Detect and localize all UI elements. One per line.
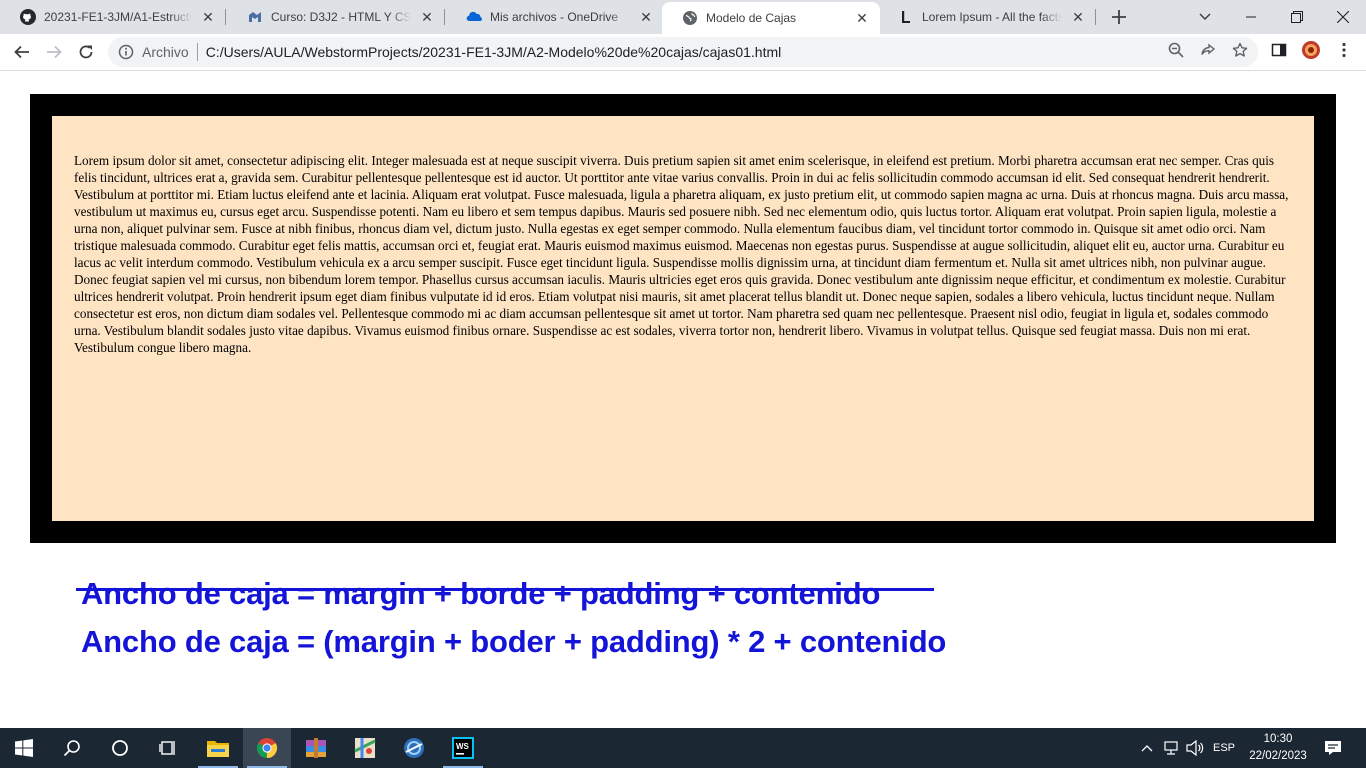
zoom-icon[interactable] [1167, 41, 1185, 59]
formula-correct: Ancho de caja = (margin + boder + paddin… [81, 624, 947, 659]
network-icon[interactable] [1160, 728, 1182, 768]
lipsum-icon [898, 9, 914, 25]
svg-text:WS: WS [456, 742, 470, 751]
minimize-button[interactable] [1228, 0, 1274, 34]
profile-avatar-icon[interactable] [1302, 41, 1320, 59]
language-indicator[interactable]: ESP [1208, 728, 1240, 768]
file-explorer-icon[interactable] [194, 728, 242, 768]
box-border: Lorem ipsum dolor sit amet, consectetur … [30, 94, 1336, 543]
close-icon[interactable]: ✕ [854, 10, 870, 26]
chevron-up-icon[interactable] [1138, 728, 1156, 768]
close-window-button[interactable] [1320, 0, 1366, 34]
tab-search-button[interactable] [1182, 0, 1228, 34]
close-icon[interactable]: ✕ [638, 9, 654, 25]
network-tool-icon[interactable] [390, 728, 438, 768]
tab-title: Modelo de Cajas [706, 11, 797, 25]
close-icon[interactable]: ✕ [419, 9, 435, 25]
tab-title: Lorem Ipsum - All the facts - [922, 10, 1062, 24]
search-icon[interactable] [48, 728, 96, 768]
reload-button[interactable] [72, 38, 100, 66]
url-text[interactable]: C:/Users/AULA/WebstormProjects/20231-FE1… [206, 44, 782, 60]
tab-title: Mis archivos - OneDrive [490, 10, 619, 24]
back-button[interactable] [8, 38, 36, 66]
forward-button[interactable] [40, 38, 68, 66]
close-icon[interactable]: ✕ [1070, 9, 1086, 25]
more-menu-icon[interactable] [1335, 41, 1353, 59]
new-tab-button[interactable] [1107, 5, 1131, 29]
webstorm-icon[interactable]: WS [439, 728, 487, 768]
info-icon[interactable] [118, 44, 134, 60]
volume-icon[interactable] [1184, 728, 1206, 768]
tab-github[interactable]: 20231-FE1-3JM/A1-Estructura ✕ [0, 0, 226, 34]
moodle-icon [247, 9, 263, 25]
maps-icon[interactable] [341, 728, 389, 768]
browser-toolbar: Archivo C:/Users/AULA/WebstormProjects/2… [0, 34, 1366, 71]
page-viewport: Lorem ipsum dolor sit amet, consectetur … [0, 71, 1366, 728]
chrome-icon[interactable] [243, 728, 291, 768]
address-divider [196, 43, 198, 61]
tab-lorem-ipsum[interactable]: Lorem Ipsum - All the facts - ✕ [878, 0, 1096, 34]
lorem-paragraph: Lorem ipsum dolor sit amet, consectetur … [74, 153, 1289, 355]
tab-onedrive[interactable]: Mis archivos - OneDrive ✕ [446, 0, 664, 34]
tab-title: Curso: D3J2 - HTML Y CSS - F [271, 10, 411, 24]
tab-strip: 20231-FE1-3JM/A1-Estructura ✕ Curso: D3J… [0, 0, 1366, 34]
formula-struck: Ancho de caja = margin + borde + padding… [81, 576, 881, 611]
github-icon [20, 9, 36, 25]
clock-time: 10:30 [1263, 733, 1293, 745]
side-panel-icon[interactable] [1270, 41, 1288, 59]
globe-icon [682, 10, 698, 26]
clock-date: 22/02/2023 [1249, 750, 1307, 762]
restore-button[interactable] [1274, 0, 1320, 34]
scheme-label: Archivo [142, 44, 189, 60]
windows-taskbar: WS ESP 10:30 22/02/2023 [0, 728, 1366, 768]
tab-separator [1095, 9, 1096, 25]
notifications-icon[interactable] [1316, 728, 1350, 768]
tab-moodle[interactable]: Curso: D3J2 - HTML Y CSS - F ✕ [227, 0, 445, 34]
task-view-icon[interactable] [144, 728, 192, 768]
share-icon[interactable] [1199, 41, 1217, 59]
clock[interactable]: 10:30 22/02/2023 [1247, 731, 1309, 765]
close-icon[interactable]: ✕ [200, 9, 216, 25]
tab-separator [444, 9, 445, 25]
box-content: Lorem ipsum dolor sit amet, consectetur … [52, 116, 1314, 521]
winrar-icon[interactable] [292, 728, 340, 768]
tab-separator [225, 9, 226, 25]
bookmark-star-icon[interactable] [1231, 41, 1249, 59]
start-icon[interactable] [0, 728, 48, 768]
strikethrough-line [76, 588, 934, 591]
onedrive-icon [466, 9, 482, 25]
address-bar[interactable]: Archivo C:/Users/AULA/WebstormProjects/2… [108, 37, 1258, 67]
cortana-icon[interactable] [96, 728, 144, 768]
tab-title: 20231-FE1-3JM/A1-Estructura [44, 10, 192, 24]
tab-modelo-de-cajas[interactable]: Modelo de Cajas ✕ [662, 2, 880, 34]
